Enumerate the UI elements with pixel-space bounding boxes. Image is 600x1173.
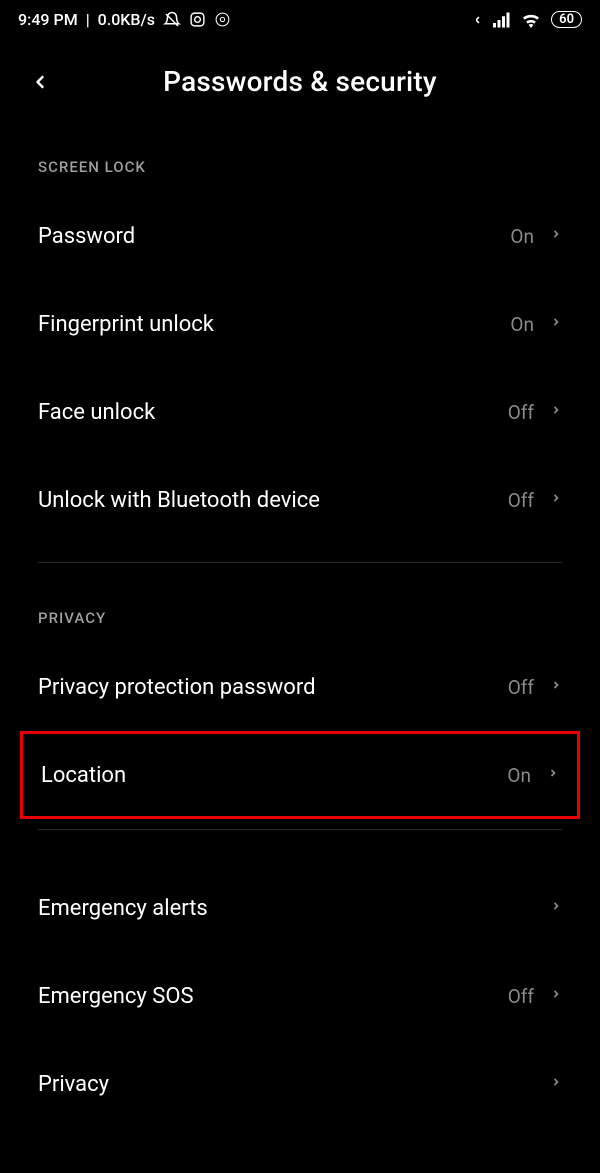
chevron-right-icon xyxy=(550,313,562,335)
item-label: Fingerprint unlock xyxy=(38,312,214,337)
item-label: Unlock with Bluetooth device xyxy=(38,488,320,513)
item-value: Off xyxy=(508,985,534,1008)
dnd-icon xyxy=(163,11,181,29)
settings-item-password[interactable]: Password On xyxy=(0,192,600,280)
chevron-right-icon xyxy=(550,489,562,511)
settings-item-location[interactable]: Location On xyxy=(20,731,580,819)
section-header-privacy: PRIVACY xyxy=(0,563,600,643)
item-value: On xyxy=(510,225,534,248)
app-icon xyxy=(214,11,231,28)
status-time: 9:49 PM xyxy=(18,10,78,29)
section-header-screen-lock: SCREEN LOCK xyxy=(0,138,600,192)
chevron-right-icon xyxy=(550,897,562,919)
item-label: Emergency alerts xyxy=(38,896,208,921)
bluetooth-icon xyxy=(469,11,483,29)
settings-item-privacy-protection-password[interactable]: Privacy protection password Off xyxy=(0,643,600,731)
page-title: Passwords & security xyxy=(20,65,580,98)
chevron-right-icon xyxy=(550,985,562,1007)
status-data-rate: 0.0KB/s xyxy=(98,10,155,29)
item-right: Off xyxy=(508,489,562,512)
battery-indicator: 60 xyxy=(551,11,582,28)
settings-item-privacy[interactable]: Privacy xyxy=(0,1040,600,1128)
item-label: Password xyxy=(38,224,135,249)
status-right: 60 xyxy=(469,11,582,29)
header: Passwords & security xyxy=(0,37,600,138)
item-right: On xyxy=(510,225,562,248)
item-right: Off xyxy=(508,985,562,1008)
settings-item-fingerprint-unlock[interactable]: Fingerprint unlock On xyxy=(0,280,600,368)
item-right: Off xyxy=(508,676,562,699)
item-label: Privacy protection password xyxy=(38,675,316,700)
item-value: Off xyxy=(508,676,534,699)
item-value: Off xyxy=(508,489,534,512)
item-value: On xyxy=(510,313,534,336)
settings-item-emergency-alerts[interactable]: Emergency alerts xyxy=(0,864,600,952)
back-button[interactable] xyxy=(30,68,50,96)
item-label: Privacy xyxy=(38,1072,109,1097)
settings-item-face-unlock[interactable]: Face unlock Off xyxy=(0,368,600,456)
item-right: On xyxy=(510,313,562,336)
wifi-icon xyxy=(521,12,541,28)
status-bar: 9:49 PM | 0.0KB/s 60 xyxy=(0,0,600,37)
status-left: 9:49 PM | 0.0KB/s xyxy=(18,10,231,29)
item-label: Emergency SOS xyxy=(38,984,194,1009)
chevron-right-icon xyxy=(547,764,559,786)
item-right xyxy=(550,1073,562,1095)
item-value: Off xyxy=(508,401,534,424)
settings-item-bluetooth-unlock[interactable]: Unlock with Bluetooth device Off xyxy=(0,456,600,544)
item-right: On xyxy=(507,764,559,787)
chevron-right-icon xyxy=(550,225,562,247)
item-label: Face unlock xyxy=(38,400,155,425)
item-right: Off xyxy=(508,401,562,424)
signal-icon xyxy=(493,12,511,28)
instagram-icon xyxy=(189,11,206,28)
chevron-right-icon xyxy=(550,676,562,698)
chevron-right-icon xyxy=(550,401,562,423)
settings-item-emergency-sos[interactable]: Emergency SOS Off xyxy=(0,952,600,1040)
chevron-right-icon xyxy=(550,1073,562,1095)
item-right xyxy=(550,897,562,919)
status-divider: | xyxy=(86,10,90,29)
item-value: On xyxy=(507,764,531,787)
item-label: Location xyxy=(41,763,126,788)
